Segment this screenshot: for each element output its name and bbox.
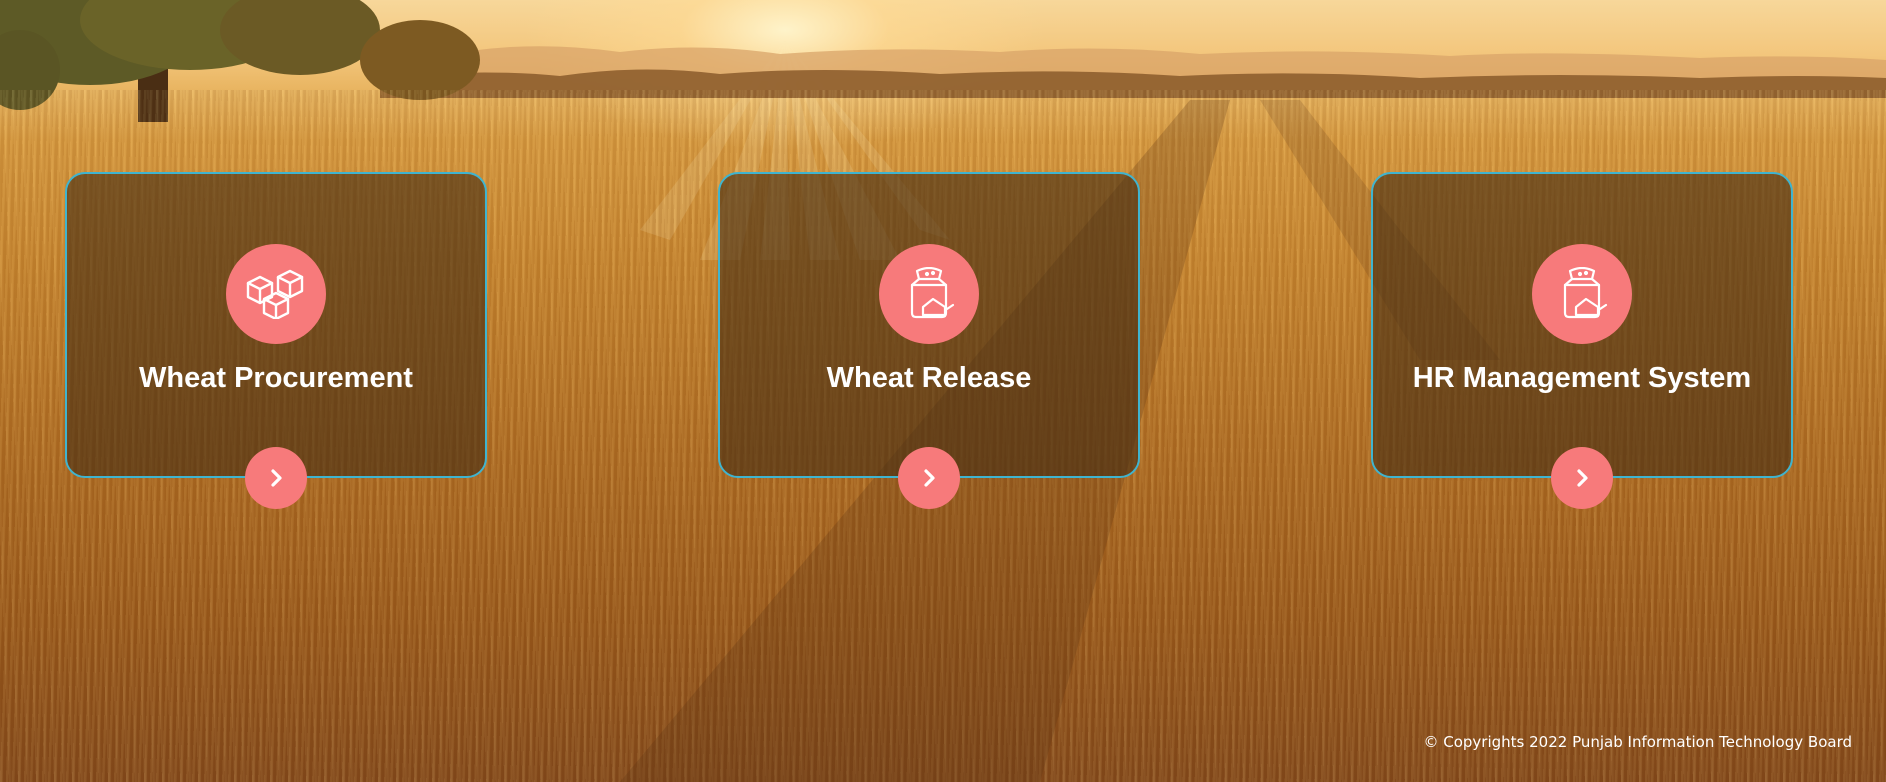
footer-copyright: © Copyrights 2022 Punjab Information Tec… bbox=[1423, 733, 1852, 751]
page-background: Wheat Procurement Wheat Release HR Manag… bbox=[0, 0, 1886, 782]
chevron-right-icon[interactable] bbox=[1551, 447, 1613, 509]
card-hr-management-system[interactable]: HR Management System bbox=[1371, 172, 1793, 509]
card-title: Wheat Release bbox=[826, 362, 1032, 394]
card-wheat-release[interactable]: Wheat Release bbox=[718, 172, 1140, 509]
card-title: Wheat Procurement bbox=[139, 362, 413, 394]
boxes-icon bbox=[226, 244, 326, 344]
horizon-hills bbox=[380, 46, 1886, 98]
card-wheat-procurement[interactable]: Wheat Procurement bbox=[65, 172, 487, 509]
chevron-right-icon[interactable] bbox=[898, 447, 960, 509]
card-title: HR Management System bbox=[1412, 362, 1752, 394]
flour-sack-icon bbox=[1532, 244, 1632, 344]
flour-sack-icon bbox=[879, 244, 979, 344]
chevron-right-icon[interactable] bbox=[245, 447, 307, 509]
